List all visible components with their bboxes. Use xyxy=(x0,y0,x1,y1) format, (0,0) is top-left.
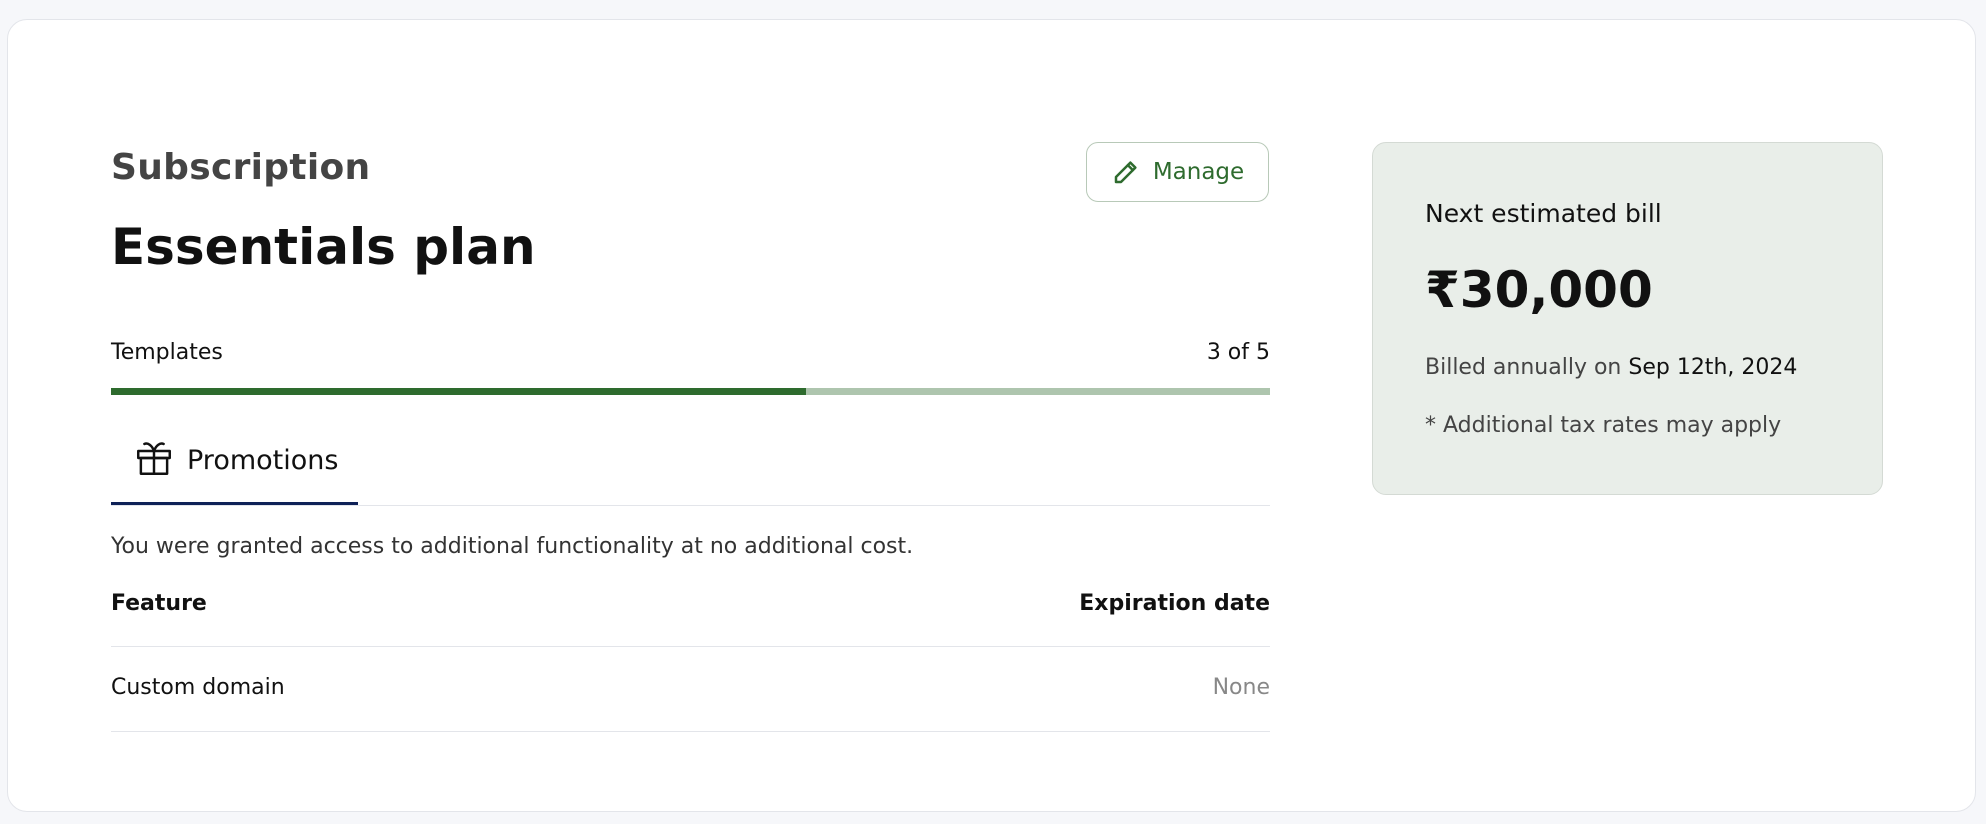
pencil-icon xyxy=(1114,161,1137,184)
promotions-description: You were granted access to additional fu… xyxy=(111,534,914,559)
tab-promotions-label: Promotions xyxy=(187,445,339,476)
usage-progress-bar xyxy=(111,388,1270,395)
usage-label: Templates xyxy=(111,340,223,365)
table-cell-expiration: None xyxy=(1212,675,1270,700)
table-header-divider xyxy=(111,646,1270,647)
table-row-divider xyxy=(111,731,1270,732)
tab-promotions[interactable]: Promotions xyxy=(111,437,358,505)
next-bill-card: Next estimated bill ₹30,000 Billed annua… xyxy=(1372,142,1883,495)
billing-schedule: Billed annually on Sep 12th, 2024 xyxy=(1425,355,1797,380)
manage-button-label: Manage xyxy=(1152,159,1245,185)
billing-schedule-prefix: Billed annually on xyxy=(1425,355,1622,380)
billing-date: Sep 12th, 2024 xyxy=(1628,355,1798,380)
usage-count: 3 of 5 xyxy=(1206,340,1270,365)
next-bill-label: Next estimated bill xyxy=(1425,199,1662,228)
manage-button[interactable]: Manage xyxy=(1086,142,1269,202)
table-cell-feature: Custom domain xyxy=(111,675,285,700)
tax-note: * Additional tax rates may apply xyxy=(1425,413,1782,438)
column-header-feature: Feature xyxy=(111,591,207,616)
usage-progress-fill xyxy=(111,388,807,395)
gift-icon xyxy=(137,442,171,475)
subscription-card: Subscription Essentials plan Manage Temp… xyxy=(7,19,1976,812)
next-bill-amount: ₹30,000 xyxy=(1425,261,1653,319)
column-header-expiration: Expiration date xyxy=(1079,591,1270,616)
plan-name: Essentials plan xyxy=(111,218,536,276)
section-heading: Subscription xyxy=(111,147,371,188)
tab-divider xyxy=(111,505,1270,506)
